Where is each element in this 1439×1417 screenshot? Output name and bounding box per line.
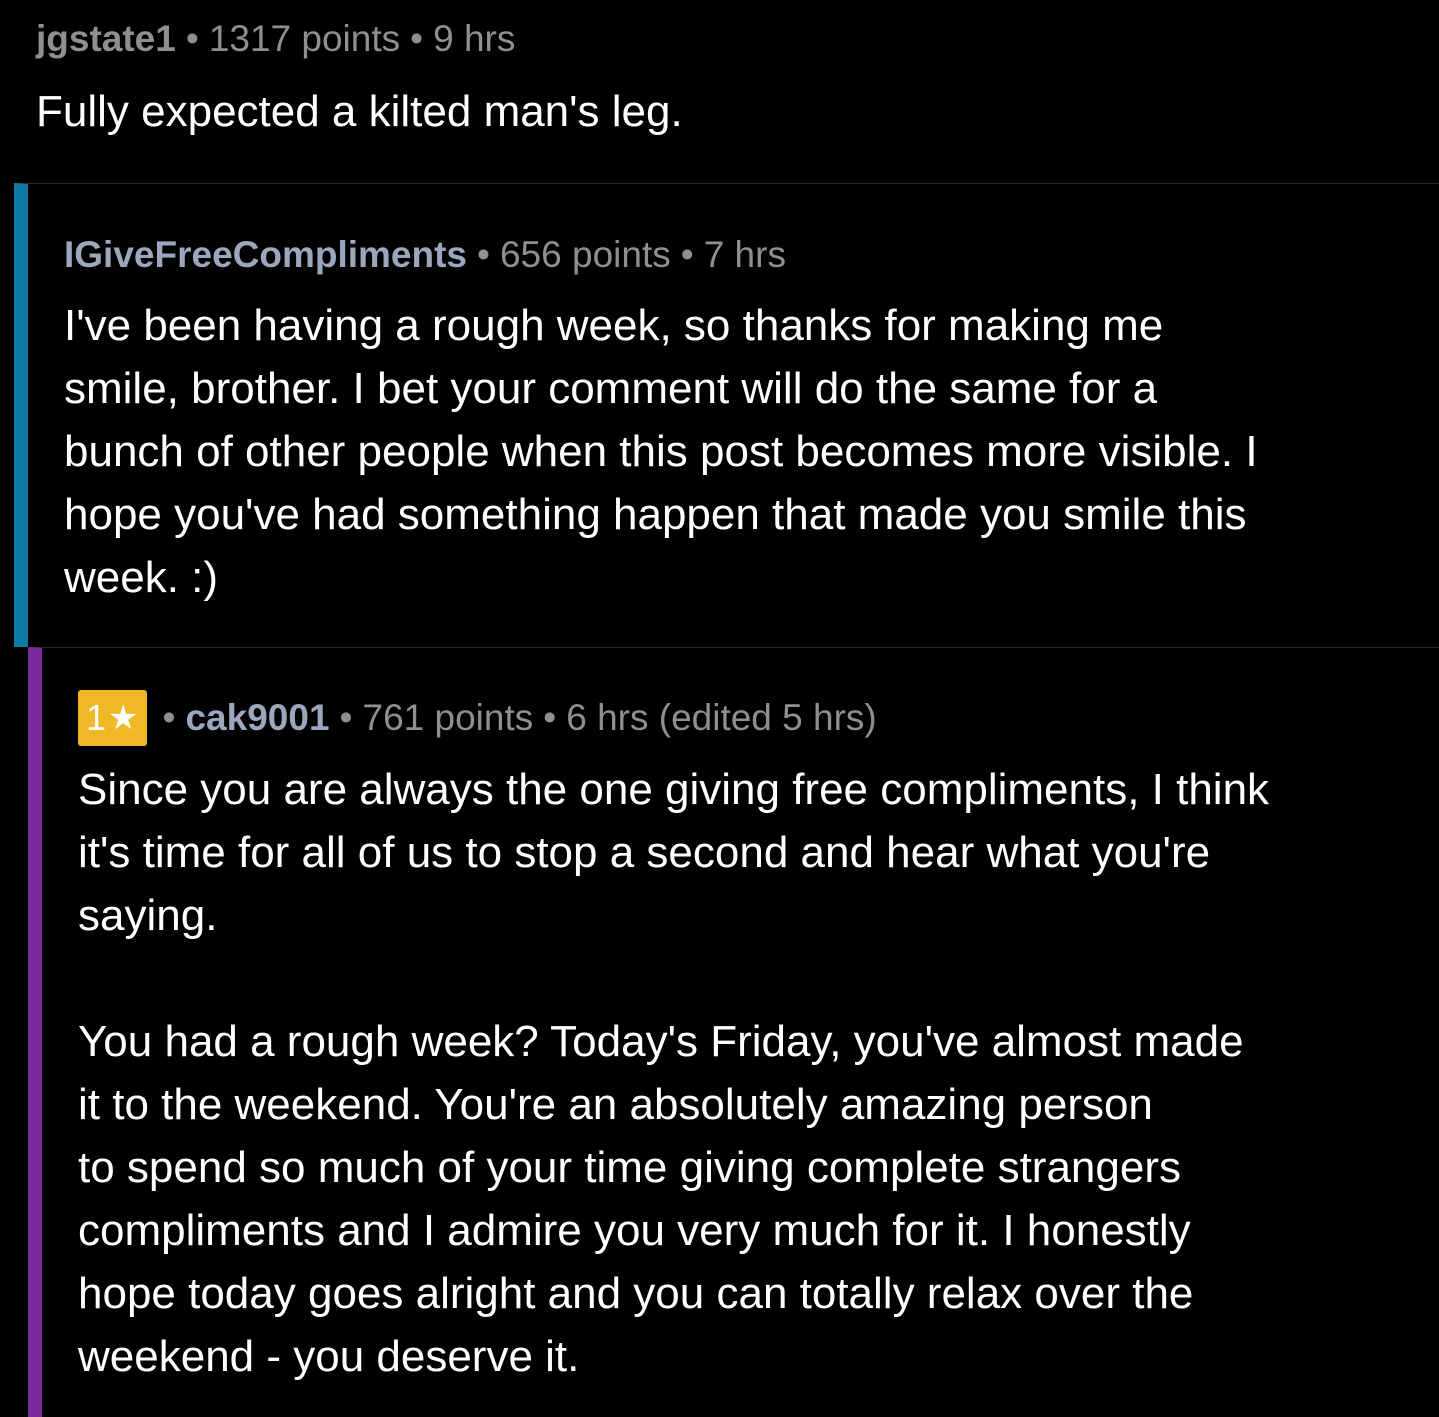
comment-meta: 1 ★ • cak9001 • 761 points • 6 hrs (edite…	[78, 690, 877, 746]
meta-separator: •	[477, 234, 490, 275]
comment-author[interactable]: jgstate1	[36, 18, 176, 60]
comment-jgstate1: jgstate1 • 1317 points • 9 hrs Fully exp…	[0, 0, 1439, 183]
award-badge[interactable]: 1 ★	[78, 690, 147, 746]
comment-author[interactable]: cak9001	[185, 697, 329, 739]
comment-time: 6 hrs (edited 5 hrs)	[566, 697, 877, 738]
meta-separator: •	[339, 697, 353, 738]
comment-meta: jgstate1 • 1317 points • 9 hrs	[36, 18, 515, 60]
comment-body: Fully expected a kilted man's leg.	[36, 87, 683, 136]
comment-points: 761 points	[362, 697, 534, 738]
comment-points: 1317 points	[208, 18, 401, 59]
comment-time: 7 hrs	[703, 234, 786, 275]
comment-cak9001: 1 ★ • cak9001 • 761 points • 6 hrs (edite…	[28, 647, 1439, 1417]
meta-separator: •	[162, 697, 176, 738]
comment-igivefreecompliments: IGiveFreeCompliments • 656 points • 7 hr…	[14, 183, 1439, 647]
meta-separator: •	[680, 234, 694, 275]
comment-body: Since you are always the one giving free…	[78, 765, 1270, 1381]
comment-meta: IGiveFreeCompliments • 656 points • 7 hr…	[64, 234, 786, 276]
star-icon: ★	[108, 699, 139, 737]
comment-points: 656 points	[499, 234, 671, 275]
comment-author[interactable]: IGiveFreeCompliments	[64, 234, 467, 276]
comment-body: I've been having a rough week, so thanks…	[64, 301, 1258, 602]
comment-time: 9 hrs	[433, 18, 516, 59]
award-count: 1	[86, 697, 107, 738]
meta-separator: •	[410, 18, 424, 59]
meta-separator: •	[185, 18, 199, 59]
meta-separator: •	[543, 697, 557, 738]
